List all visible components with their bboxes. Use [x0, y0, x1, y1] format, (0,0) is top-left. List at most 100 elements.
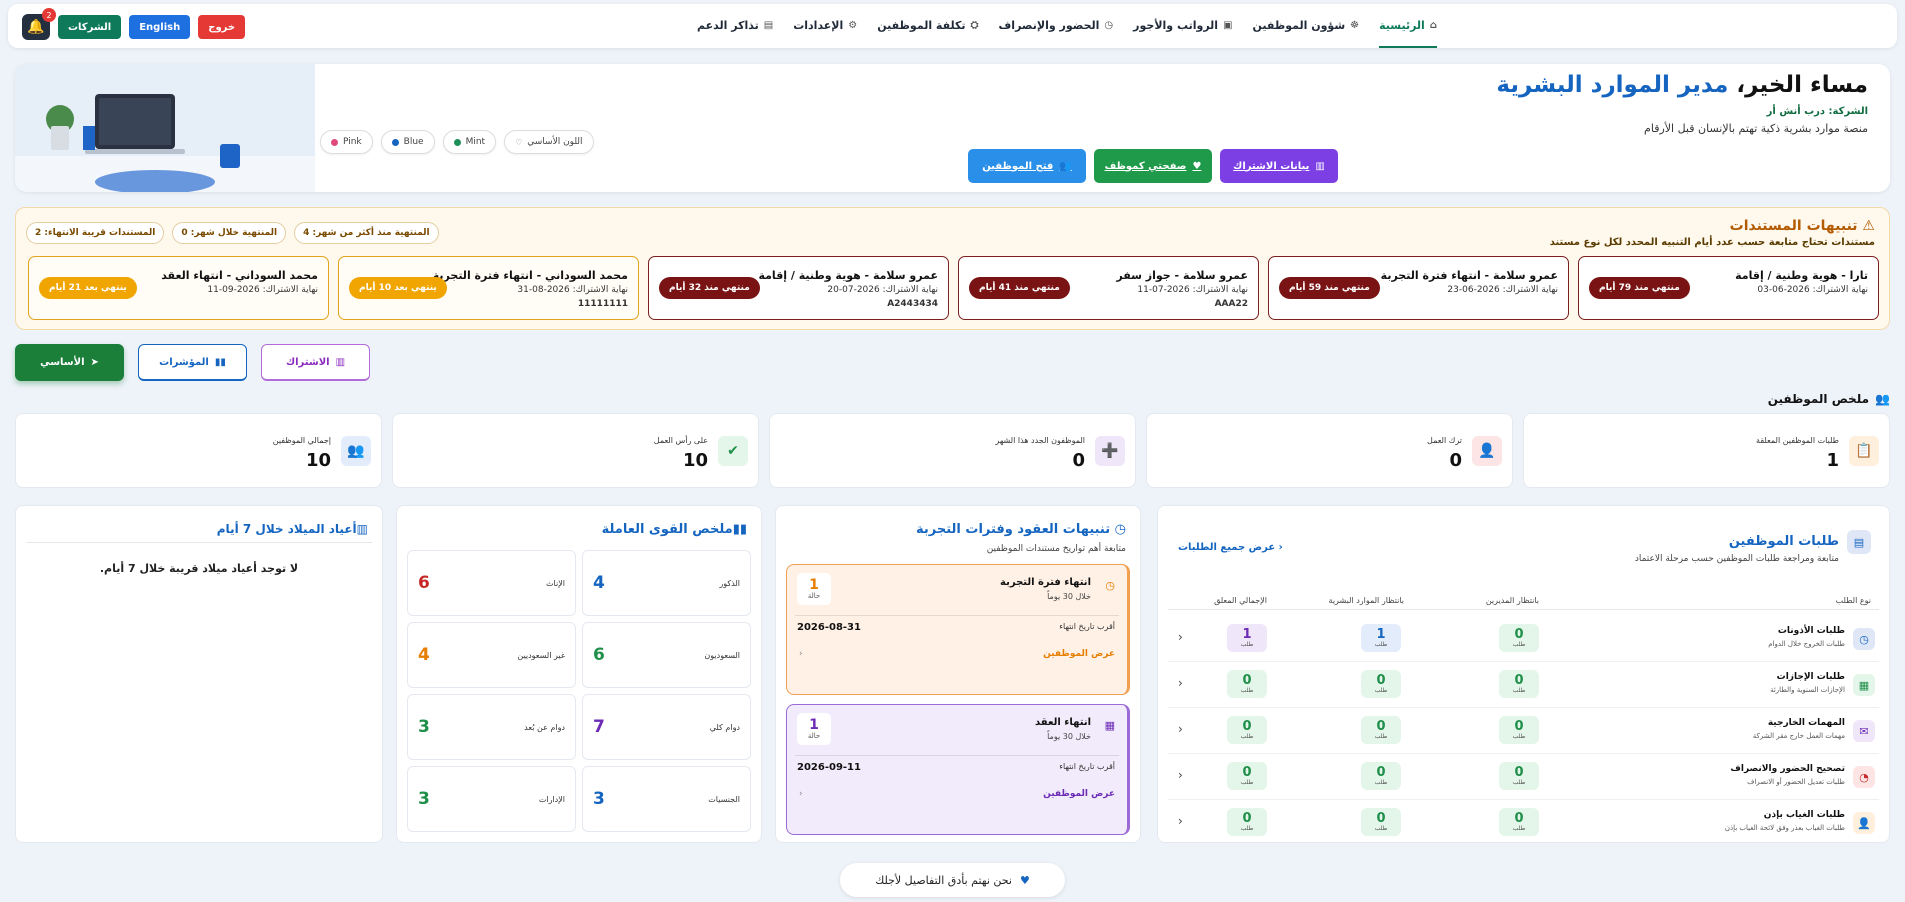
stat-icon: ➕	[1095, 436, 1125, 466]
subscription-data-button[interactable]: ▥ بيانات الاشتراك	[1220, 149, 1338, 183]
request-count-t: 0 طلب	[1227, 716, 1267, 744]
document-title: تارا - هوية وطنية / إقامة	[1735, 269, 1868, 282]
nav-item-1[interactable]: ☸ شؤون الموظفين	[1253, 4, 1360, 48]
document-alert-card[interactable]: محمد السوداني - انتهاء العقد نهاية الاشتر…	[28, 256, 329, 320]
my-employee-page-button[interactable]: ♥ صفحتي كموظف	[1094, 149, 1212, 183]
employee-requests-panel: ▤ طلبات الموظفين متابعة ومراجعة طلبات ال…	[1157, 505, 1890, 846]
document-end-date: نهاية الاشتراك: 2026-09-11	[207, 285, 318, 295]
document-title: محمد السوداني - انتهاء العقد	[161, 269, 318, 282]
view-employees-link[interactable]: عرض الموظفين	[1043, 649, 1115, 659]
document-title: عمرو سلامة - انتهاء فترة التجربة	[1380, 269, 1558, 282]
workforce-stat: غير السعوديين 4	[407, 622, 576, 688]
col-manager: بانتظار المديرين	[1485, 596, 1539, 605]
contract-alerts-title: ◷ تنبيهات العقود وفترات التجربة	[915, 522, 1126, 537]
chevron-left-icon[interactable]: ‹	[1178, 676, 1183, 690]
employee-summary-title: 👥 ملخص الموظفين	[1767, 392, 1890, 406]
card-title: انتهاء العقد	[1034, 717, 1091, 728]
card-title: انتهاء فترة التجربة	[1000, 577, 1091, 588]
workforce-value: 3	[418, 717, 430, 737]
tab-basic[interactable]: ➤ الأساسي	[15, 344, 124, 381]
theme-option[interactable]: Mint	[442, 130, 497, 154]
request-row[interactable]: ◷ طلبات الأذونات طلبات الخروج خلال الدوام 0…	[1168, 616, 1879, 662]
nearest-date-label: أقرب تاريخ انتهاء	[1059, 762, 1115, 771]
workforce-label: الإدارات	[538, 795, 565, 804]
notifications-button[interactable]: 🔔 2	[22, 8, 56, 40]
nav-icon: ▤	[763, 19, 774, 31]
heart-icon: ♥	[1192, 160, 1202, 172]
employee-summary-stats: 👥 إجمالي الموظفين 10 ✔ على رأس العمل 10 ➕ الموظ…	[15, 413, 1890, 488]
count-unit: طلب	[1512, 779, 1526, 786]
desk-illustration	[15, 64, 315, 192]
theme-option[interactable]: Blue	[380, 130, 435, 154]
request-count-h: 0 طلب	[1361, 808, 1401, 836]
workforce-value: 4	[593, 573, 605, 593]
count-value: 0	[1514, 627, 1524, 642]
count-value: 0	[1242, 765, 1252, 780]
count-unit: طلب	[1374, 779, 1388, 786]
chevron-left-icon[interactable]: ‹	[1178, 814, 1183, 828]
document-alert-card[interactable]: عمرو سلامة - انتهاء فترة التجربة نهاية ال…	[1268, 256, 1569, 320]
nav-item-4[interactable]: ⛭ تكلفة الموظفين	[877, 4, 978, 48]
count-unit: طلب	[1512, 733, 1526, 740]
theme-option[interactable]: Pink	[320, 130, 373, 154]
document-alerts-title: ⚠ تنبيهات المستندات	[1729, 218, 1875, 234]
chevron-left-icon[interactable]: ‹	[1178, 722, 1183, 736]
workforce-label: الجنسيات	[708, 795, 740, 804]
workforce-value: 4	[418, 645, 430, 665]
view-all-requests-link[interactable]: ‹ عرض جميع الطلبات	[1178, 542, 1283, 553]
document-alert-card[interactable]: محمد السوداني - انتهاء فترة التجربة نهاية…	[338, 256, 639, 320]
count-value: 0	[1514, 765, 1524, 780]
request-type-icon: 👤	[1853, 812, 1875, 834]
stat-value: 0	[1072, 450, 1085, 471]
chevron-left-icon[interactable]: ‹	[1178, 630, 1183, 644]
view-employees-link[interactable]: عرض الموظفين	[1043, 789, 1115, 799]
case-count: 1 حالة	[797, 713, 831, 745]
request-name: طلبات الأذونات	[1777, 626, 1845, 636]
document-alert-card[interactable]: عمرو سلامة - هوية وطنية / إقامة نهاية الا…	[648, 256, 949, 320]
tab-subscription[interactable]: ▥ الاشتراك	[261, 344, 370, 381]
logout-button[interactable]: خروج	[198, 15, 246, 39]
workforce-stat: الإناث 6	[407, 550, 576, 616]
document-alert-card[interactable]: تارا - هوية وطنية / إقامة نهاية الاشتراك:…	[1578, 256, 1879, 320]
request-row[interactable]: 👤 طلبات الغياب بإذن طلبات الغياب بعذر وفق …	[1168, 800, 1879, 846]
nav-item-0[interactable]: ⌂ الرئيسية	[1379, 4, 1437, 48]
request-count-t: 0 طلب	[1227, 762, 1267, 790]
document-alert-cards: تارا - هوية وطنية / إقامة نهاية الاشتراك:…	[28, 256, 1879, 320]
case-count-unit: حالة	[807, 592, 821, 600]
status-badge: منتهي منذ 59 أيام	[1279, 277, 1380, 299]
request-row[interactable]: ✉ المهمات الخارجية مهمات العمل خارج مقر ال…	[1168, 708, 1879, 754]
nav-item-3[interactable]: ◷ الحضور والإنصراف	[999, 4, 1114, 48]
open-employees-button[interactable]: 👥 فتح الموظفين	[968, 149, 1086, 183]
request-row[interactable]: ◔ تصحيح الحضور والانصراف طلبات تعديل الحضو…	[1168, 754, 1879, 800]
chevron-left-icon[interactable]: ‹	[1178, 768, 1183, 782]
bell-icon: 🔔	[27, 19, 45, 35]
tab-indicators[interactable]: ▮▮ المؤشرات	[138, 344, 247, 381]
contract-alerts-panel: ◷ تنبيهات العقود وفترات التجربة متابعة أ…	[775, 505, 1141, 843]
document-alert-card[interactable]: عمرو سلامة - جواز سفر نهاية الاشتراك: 202…	[958, 256, 1259, 320]
status-badge: منتهي منذ 79 أيام	[1589, 277, 1690, 299]
request-row[interactable]: ▦ طلبات الإجازات الإجازات السنوية والطارئة…	[1168, 662, 1879, 708]
stat-label: إجمالي الموظفين	[272, 436, 331, 445]
theme-option[interactable]: اللون الأساسي ♡	[504, 130, 594, 154]
heart-icon: ♡	[515, 137, 523, 147]
nav-label: الرواتب والأجور	[1133, 18, 1219, 32]
document-alerts-subtitle: مستندات تحتاج متابعة حسب عدد أيام التنبي…	[1549, 237, 1875, 248]
birthdays-panel: ▥أعياد الميلاد خلال 7 أيام لا توجد أعياد…	[15, 505, 383, 843]
theme-color-dot	[391, 138, 399, 146]
request-name: تصحيح الحضور والانصراف	[1730, 764, 1845, 774]
request-count-h: 0 طلب	[1361, 762, 1401, 790]
nav-item-6[interactable]: ▤ تذاكر الدعم	[697, 4, 773, 48]
stat-icon: 📋	[1849, 436, 1879, 466]
card-window: خلال 30 يوماً	[1047, 592, 1091, 601]
english-button[interactable]: English	[129, 15, 191, 39]
nav-item-5[interactable]: ⚙ الإعدادات	[793, 4, 857, 48]
nav-item-2[interactable]: ▣ الرواتب والأجور	[1133, 4, 1232, 48]
stat-value: 0	[1449, 450, 1462, 471]
case-count: 1 حالة	[797, 573, 831, 605]
clipboard-icon: ▤	[1847, 530, 1871, 554]
companies-button[interactable]: الشركات	[58, 15, 122, 39]
count-value: 0	[1376, 719, 1386, 734]
no-birthdays-message: لا توجد أعياد ميلاد قريبة خلال 7 أيام.	[99, 562, 299, 575]
footer-note: ♥ نحن نهتم بأدق التفاصيل لأجلك	[840, 863, 1065, 897]
count-value: 0	[1514, 719, 1524, 734]
